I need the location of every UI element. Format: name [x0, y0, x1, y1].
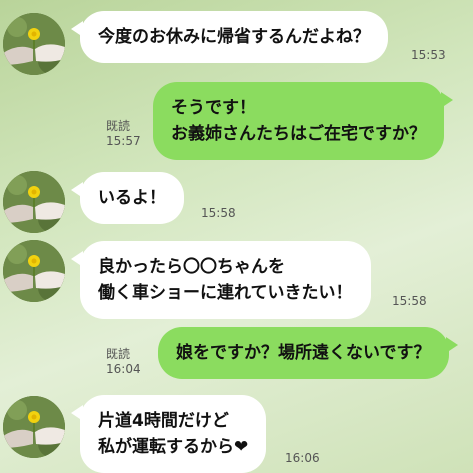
message-time: 15:53	[411, 48, 446, 62]
message-bubble[interactable]: いるよ！	[71, 172, 184, 224]
read-receipt: 既読	[106, 119, 131, 133]
flower-hands-icon	[3, 396, 65, 458]
read-receipt: 既読	[106, 347, 131, 361]
message-meta: 15:58	[201, 206, 236, 221]
message-time: 15:57	[106, 134, 141, 148]
message-bubble[interactable]: 片道4時間だけど 私が運転するから❤	[70, 395, 267, 473]
message-meta: 既読 16:04	[106, 347, 141, 377]
message-text: 今度のお休みに帰省するんだよね？	[98, 27, 370, 47]
chat-area: 今度のお休みに帰省するんだよね？ 15:53 既読 15:57 そうです！ お義…	[0, 0, 473, 473]
flower-hands-icon	[3, 240, 65, 302]
message-meta: 15:58	[392, 294, 427, 309]
message-time: 16:04	[106, 362, 141, 376]
flower-hands-icon	[3, 171, 65, 233]
message-text: いるよ！	[98, 188, 166, 208]
message-time: 15:58	[201, 206, 236, 220]
message-text: そうです！	[171, 98, 256, 118]
message-text: 私が運転するから❤	[98, 437, 249, 457]
avatar[interactable]	[3, 396, 65, 458]
message-time: 16:06	[285, 451, 320, 465]
message-time: 15:58	[392, 294, 427, 308]
flower-hands-icon	[3, 13, 65, 75]
message-meta: 15:53	[411, 48, 446, 63]
avatar[interactable]	[3, 13, 65, 75]
message-text: お義姉さんたちはご在宅ですか？	[171, 124, 426, 144]
message-bubble[interactable]: 娘をですか？場所遠くないです？	[158, 327, 457, 379]
message-text: 良かったら〇〇ちゃんを	[98, 257, 285, 277]
message-meta: 16:06	[285, 451, 320, 466]
message-bubble[interactable]: 良かったら〇〇ちゃんを 働く車ショーに連れていきたい！	[71, 241, 371, 319]
avatar[interactable]	[3, 240, 65, 302]
avatar[interactable]	[3, 171, 65, 233]
message-bubble[interactable]: そうです！ お義姉さんたちはご在宅ですか？	[153, 82, 453, 160]
message-text: 片道4時間だけど	[98, 411, 229, 431]
message-meta: 既読 15:57	[106, 119, 141, 149]
message-text: 娘をですか？場所遠くないです？	[176, 343, 431, 363]
message-bubble[interactable]: 今度のお休みに帰省するんだよね？	[71, 11, 388, 63]
message-text: 働く車ショーに連れていきたい！	[98, 283, 353, 303]
